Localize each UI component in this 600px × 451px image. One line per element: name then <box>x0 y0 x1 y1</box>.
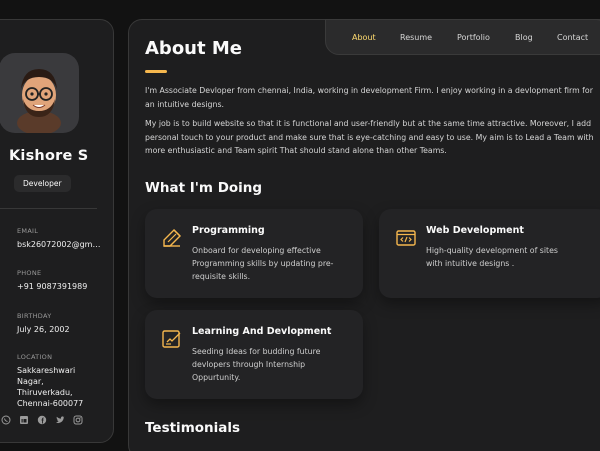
contact-title: Location <box>17 353 53 361</box>
nav-about[interactable]: About <box>352 33 376 42</box>
about-paragraph-1: I'm Associate Devloper from chennai, Ind… <box>145 86 593 109</box>
contact-title: Phone <box>17 269 42 277</box>
page-title: About Me <box>145 38 242 59</box>
contact-location: Location Sakkareshwari Nagar, Thiruverka… <box>17 353 101 409</box>
service-title: Web Development <box>426 225 524 236</box>
contact-birthday: Birthday July 26, 2002 <box>17 312 101 335</box>
service-title: Learning And Devlopment <box>192 326 332 337</box>
divider <box>0 208 97 209</box>
navbar: About Resume Portfolio Blog Contact <box>325 19 600 55</box>
service-card-programming: Programming Onboard for developing effec… <box>145 209 363 298</box>
contact-phone: Phone +91 9087391989 <box>17 269 101 292</box>
service-text: High-quality development of sites with i… <box>426 246 558 268</box>
service-text: Seeding Ideas for budding future devlope… <box>192 347 321 382</box>
role-badge: Developer <box>14 175 71 192</box>
birthday-value: July 26, 2002 <box>17 325 70 334</box>
title-underline <box>145 70 167 73</box>
code-window-icon <box>395 227 417 249</box>
contact-title: Email <box>17 227 39 235</box>
service-title: Programming <box>192 225 265 236</box>
about-paragraph-2: My job is to build website so that it is… <box>145 119 594 155</box>
contact-email: Email bsk26072002@gmail.com <box>17 227 101 250</box>
nav-contact[interactable]: Contact <box>557 33 588 42</box>
location-value: Sakkareshwari Nagar, Thiruverkadu, Chenn… <box>17 366 84 408</box>
facebook-icon[interactable] <box>37 415 47 425</box>
contact-title: Birthday <box>17 312 52 320</box>
instagram-icon[interactable] <box>73 415 83 425</box>
service-card-web-development: Web Development High-quality development… <box>379 209 600 298</box>
whatsapp-icon[interactable] <box>1 415 11 425</box>
nav-blog[interactable]: Blog <box>515 33 533 42</box>
phone-link[interactable]: +91 9087391989 <box>17 281 101 292</box>
email-link[interactable]: bsk26072002@gmail.com <box>17 239 101 250</box>
edit-icon <box>161 328 183 350</box>
twitter-icon[interactable] <box>55 415 65 425</box>
avatar <box>0 53 79 133</box>
nav-resume[interactable]: Resume <box>400 33 432 42</box>
testimonials-title: Testimonials <box>145 420 241 436</box>
services-title: What I'm Doing <box>145 180 263 196</box>
nav-portfolio[interactable]: Portfolio <box>457 33 490 42</box>
linkedin-icon[interactable] <box>19 415 29 425</box>
social-links <box>1 415 83 425</box>
service-card-learning: Learning And Devlopment Seeding Ideas fo… <box>145 310 363 399</box>
pen-tool-icon <box>161 227 183 249</box>
profile-name: Kishore S <box>9 148 89 164</box>
sidebar: Kishore S Developer Email bsk26072002@gm… <box>0 19 114 443</box>
service-text: Onboard for developing effective Program… <box>192 246 334 281</box>
